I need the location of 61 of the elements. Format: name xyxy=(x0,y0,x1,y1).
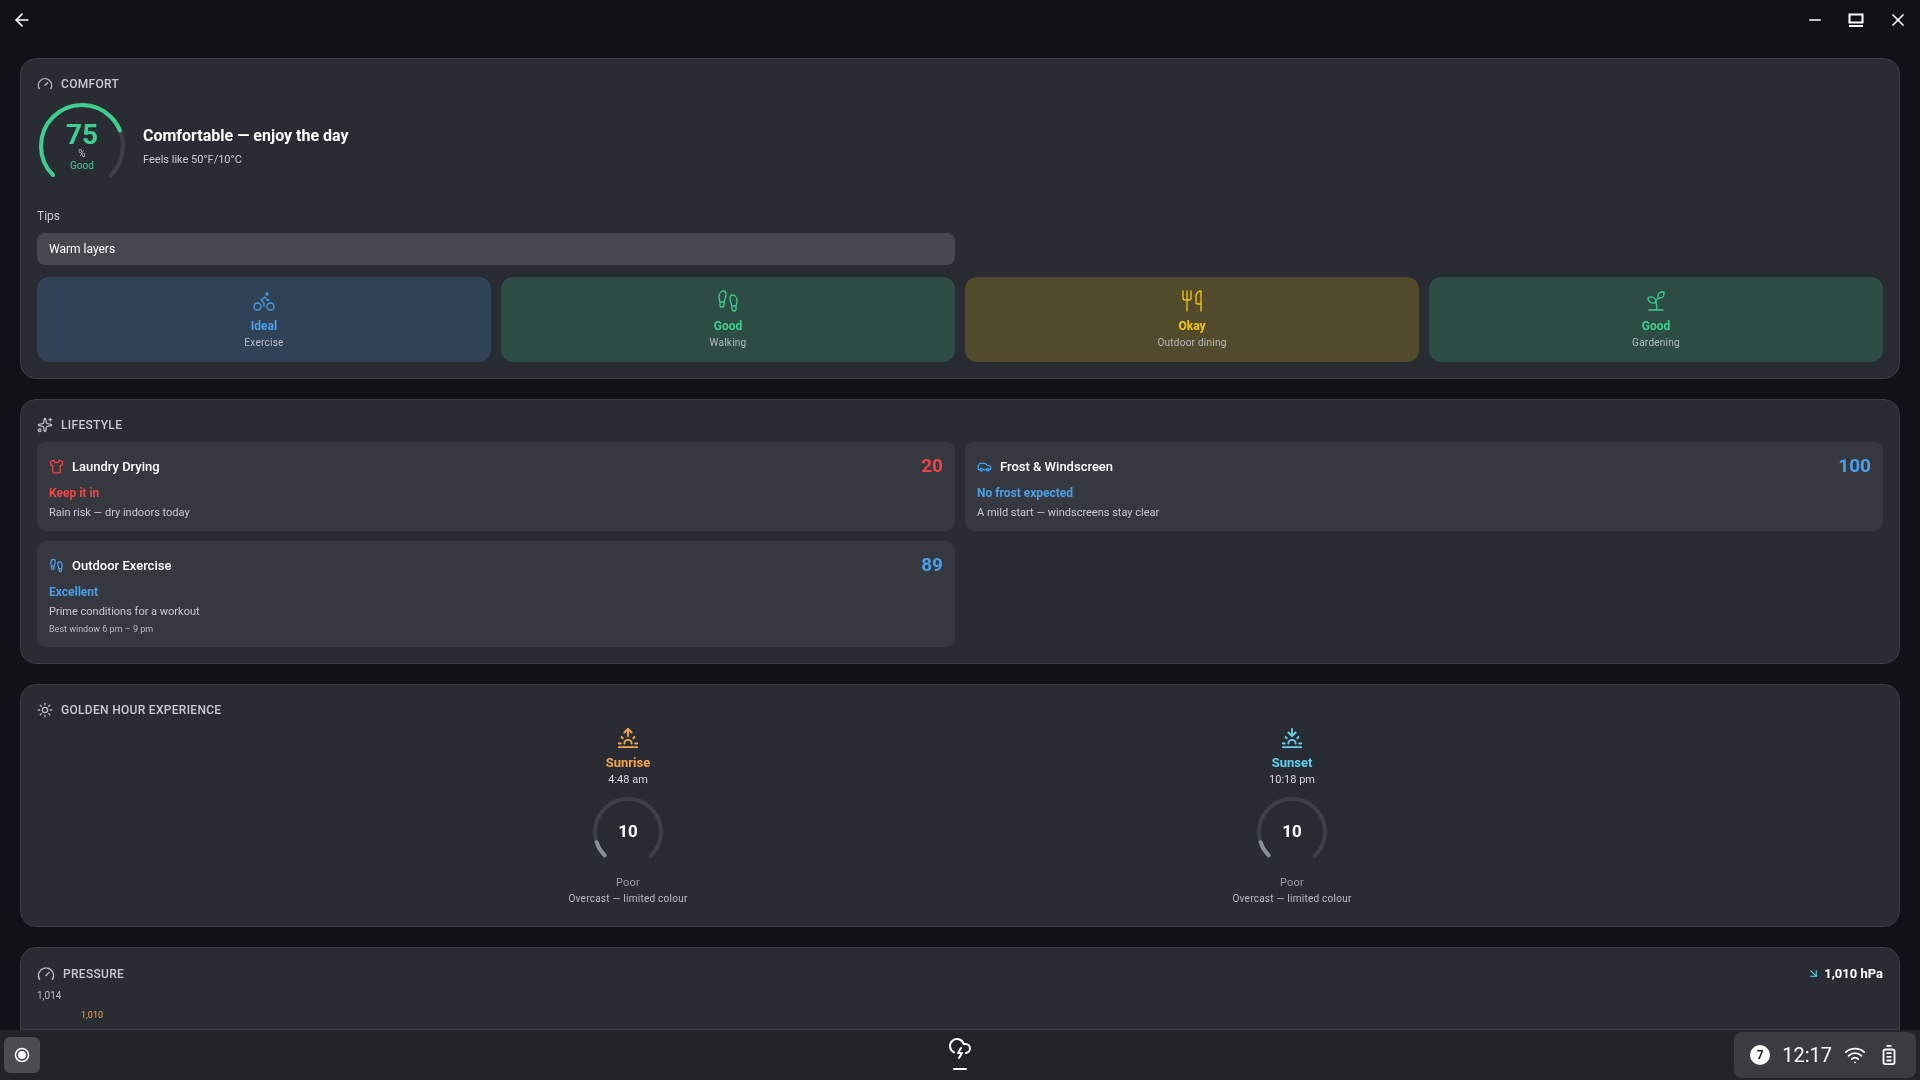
point-label: 1,010 xyxy=(81,1008,104,1022)
app-taskbar-icon[interactable] xyxy=(948,1036,972,1070)
lifestyle-title: Frost & Windscreen xyxy=(1000,457,1114,476)
section-heading: GOLDEN HOUR EXPERIENCE xyxy=(61,701,222,719)
golden-description: Overcast — limited colour xyxy=(568,892,688,906)
activity-name: Walking xyxy=(709,336,747,350)
launcher-button[interactable] xyxy=(4,1037,40,1073)
lifestyle-icon xyxy=(49,557,64,573)
sun-icon xyxy=(37,701,53,718)
launcher-icon xyxy=(14,1047,30,1063)
status-tray[interactable]: 7 12:17 xyxy=(1734,1032,1916,1078)
axis-label: 1,014 xyxy=(37,988,63,1003)
golden-score: 10 xyxy=(618,819,638,843)
activity-icon xyxy=(716,289,740,313)
sparkles-icon xyxy=(37,417,53,433)
event-time: 4:48 am xyxy=(608,772,648,788)
event-label: Sunset xyxy=(1271,753,1313,772)
comfort-title: Comfortable — enjoy the day xyxy=(143,124,349,147)
restore-icon[interactable] xyxy=(1848,13,1864,27)
activity-icon xyxy=(1180,289,1204,313)
unit-label: % xyxy=(78,149,86,159)
gauge-icon xyxy=(37,76,53,92)
gauge-icon xyxy=(37,964,55,983)
lifestyle-status: Excellent xyxy=(49,583,100,601)
activity-rating: Okay xyxy=(1178,318,1206,335)
section-heading: LIFESTYLE xyxy=(61,417,123,434)
lifestyle-score: 89 xyxy=(921,552,943,578)
tip-chip: Warm layers xyxy=(37,233,955,265)
pressure-reading: 1,010 hPa xyxy=(1824,965,1883,983)
section-heading: PRESSURE xyxy=(63,965,125,983)
clock-time: 12:17 xyxy=(1782,1042,1832,1069)
lifestyle-description: A mild start — windscreens stay clear xyxy=(977,504,1161,521)
activity-name: Outdoor dining xyxy=(1157,336,1227,350)
activity-rating: Ideal xyxy=(250,318,278,335)
event-label: Sunrise xyxy=(605,753,651,772)
activity-rating: Good xyxy=(713,318,743,335)
lifestyle-status: No frost expected xyxy=(977,484,1075,502)
rating-label: Good xyxy=(70,161,94,171)
golden-rating: Poor xyxy=(615,874,641,891)
lifestyle-title: Outdoor Exercise xyxy=(72,556,172,575)
lifestyle-description: Rain risk — dry indoors today xyxy=(49,504,191,521)
lifestyle-title: Laundry Drying xyxy=(72,457,160,476)
feels-like-text: Feels like 50°F/10°C xyxy=(143,151,243,168)
section-heading: COMFORT xyxy=(61,76,120,93)
lifestyle-score: 20 xyxy=(921,453,943,479)
lifestyle-score: 100 xyxy=(1838,453,1871,479)
lifestyle-status: Keep it in xyxy=(49,484,101,502)
golden-score: 10 xyxy=(1282,819,1302,843)
event-time: 10:18 pm xyxy=(1269,772,1315,788)
activity-name: Exercise xyxy=(244,336,284,350)
lifestyle-icon xyxy=(49,458,64,474)
activity-name: Gardening xyxy=(1632,336,1680,350)
lifestyle-description: Prime conditions for a workout xyxy=(49,603,201,620)
activity-icon xyxy=(1644,289,1668,313)
comfort-score: 75 xyxy=(65,121,99,149)
lifestyle-note: Best window 6 pm – 9 pm xyxy=(49,623,155,636)
golden-description: Overcast — limited colour xyxy=(1232,892,1352,906)
tips-label: Tips xyxy=(37,208,61,225)
notification-badge: 7 xyxy=(1750,1045,1771,1065)
activity-rating: Good xyxy=(1641,318,1671,335)
golden-rating: Poor xyxy=(1279,874,1305,891)
